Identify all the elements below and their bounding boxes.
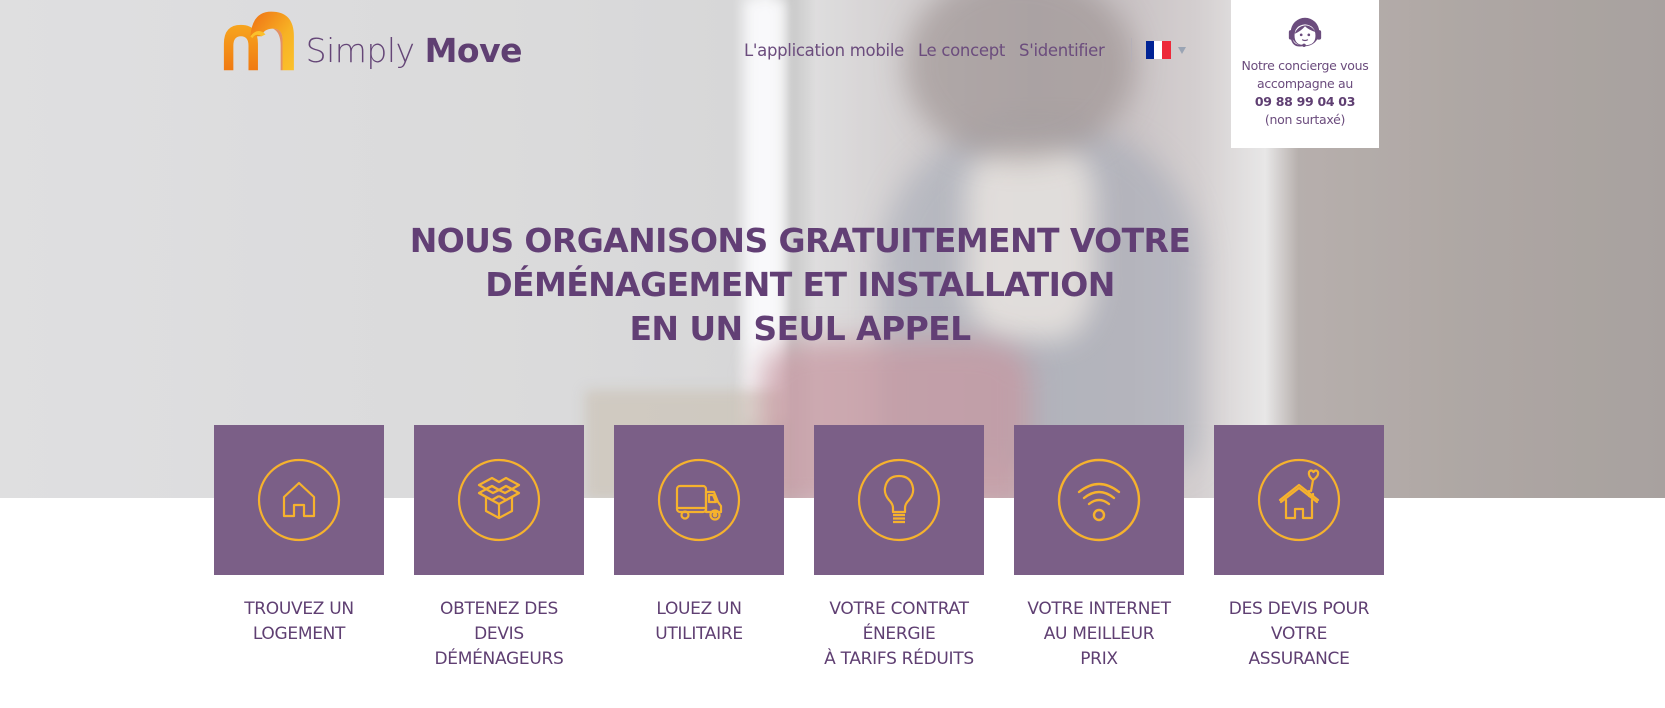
service-card-housing[interactable]: TROUVEZ UN LOGEMENT (214, 425, 384, 672)
service-label-line: DES DEVIS POUR (1228, 599, 1370, 619)
service-label: VOTRE INTERNET AU MEILLEUR PRIX (1014, 597, 1184, 672)
france-flag-icon (1145, 41, 1171, 59)
service-label-line: ÉNERGIE (862, 624, 936, 644)
service-tile (614, 425, 784, 575)
hero-headline: NOUS ORGANISONS GRATUITEMENT VOTRE DÉMÉN… (300, 219, 1300, 351)
service-tile (414, 425, 584, 575)
headline-line-2: DÉMÉNAGEMENT ET INSTALLATION (485, 265, 1115, 304)
service-tile (1014, 425, 1184, 575)
service-label-line: VOTRE CONTRAT (829, 599, 969, 619)
headset-agent-icon (1288, 17, 1322, 48)
nav-link-concept[interactable]: Le concept (918, 41, 1005, 60)
service-label-line: PRIX (1080, 649, 1118, 669)
service-label-line: VOTRE INTERNET (1027, 599, 1171, 619)
concierge-line-1: Notre concierge vous (1241, 58, 1369, 73)
concierge-note: (non surtaxé) (1264, 112, 1346, 127)
house-icon (257, 458, 341, 542)
service-tile (1214, 425, 1384, 575)
caret-down-icon (1177, 46, 1186, 54)
service-tile (814, 425, 984, 575)
concierge-box: Notre concierge vous accompagne au 09 88… (1231, 0, 1379, 148)
service-label-line: À TARIFS RÉDUITS (824, 649, 974, 669)
logo-text-bold: Move (424, 31, 523, 70)
nav-link-login[interactable]: S'identifier (1019, 41, 1105, 60)
service-label-line: UTILITAIRE (655, 624, 743, 644)
service-label: OBTENEZ DES DEVIS DÉMÉNAGEURS (414, 597, 584, 672)
service-card-energy[interactable]: VOTRE CONTRAT ÉNERGIE À TARIFS RÉDUITS (814, 425, 984, 672)
logo-text: Simply Move (305, 31, 523, 70)
service-label: TROUVEZ UN LOGEMENT (214, 597, 384, 647)
headline-line-1: NOUS ORGANISONS GRATUITEMENT VOTRE (409, 221, 1191, 260)
service-label: VOTRE CONTRAT ÉNERGIE À TARIFS RÉDUITS (814, 597, 984, 672)
concierge-text: Notre concierge vous accompagne au 09 88… (1231, 57, 1379, 129)
service-tile (214, 425, 384, 575)
site-logo[interactable]: Simply Move (222, 2, 523, 74)
service-label-line: VOTRE (1270, 624, 1328, 644)
service-label-line: ASSURANCE (1248, 649, 1350, 669)
services-grid: TROUVEZ UN LOGEMENT OBTENEZ DES DEVIS DÉMÉN… (214, 425, 1384, 672)
simply-move-logo-icon (223, 11, 294, 71)
main-nav: L'application mobile Le concept S'identi… (744, 38, 1186, 62)
wifi-icon (1057, 458, 1141, 542)
headline-line-3: EN UN SEUL APPEL (629, 309, 971, 348)
service-card-internet[interactable]: VOTRE INTERNET AU MEILLEUR PRIX (1014, 425, 1184, 672)
service-card-movers-quotes[interactable]: OBTENEZ DES DEVIS DÉMÉNAGEURS (414, 425, 584, 672)
logo-text-light: Simply (305, 31, 415, 70)
service-card-van-rental[interactable]: LOUEZ UN UTILITAIRE (614, 425, 784, 672)
lightbulb-icon (857, 458, 941, 542)
house-heart-icon (1257, 458, 1341, 542)
service-label-line: DÉMÉNAGEURS (434, 649, 564, 669)
service-label-line: LOUEZ UN (656, 599, 742, 619)
nav-divider (1130, 38, 1132, 62)
service-label-line: OBTENEZ DES (440, 599, 558, 619)
open-box-icon (457, 458, 541, 542)
service-label-line: TROUVEZ UN (244, 599, 354, 619)
service-label-line: AU MEILLEUR (1043, 624, 1155, 644)
concierge-phone-link[interactable]: 09 88 99 04 03 (1231, 93, 1379, 111)
service-label-line: LOGEMENT (252, 624, 346, 644)
truck-icon (657, 458, 741, 542)
service-label: DES DEVIS POUR VOTRE ASSURANCE (1214, 597, 1384, 672)
language-selector[interactable] (1145, 41, 1186, 59)
concierge-line-2: accompagne au (1256, 76, 1354, 91)
nav-link-mobile-app[interactable]: L'application mobile (744, 41, 904, 60)
service-card-insurance[interactable]: DES DEVIS POUR VOTRE ASSURANCE (1214, 425, 1384, 672)
service-label-line: DEVIS (474, 624, 524, 644)
service-label: LOUEZ UN UTILITAIRE (614, 597, 784, 647)
